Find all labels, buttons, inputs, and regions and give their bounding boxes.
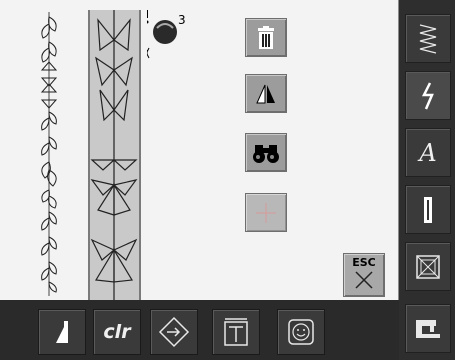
decorative-stitch-icon (421, 81, 434, 109)
binoculars-icon (253, 144, 279, 163)
zigzag-stitch-icon (419, 23, 437, 54)
esc-button[interactable]: ESC (343, 253, 385, 297)
crosshair-icon (256, 202, 276, 223)
search-button[interactable] (245, 133, 287, 172)
sewing-screen: 3 ESC A clr (0, 0, 455, 360)
quilt-stitch-icon (416, 254, 440, 279)
delete-button[interactable] (245, 18, 287, 57)
balance-button[interactable] (38, 309, 86, 355)
sidebar-item-setup[interactable] (405, 304, 451, 353)
sidebar-item-practical-stitches[interactable] (405, 14, 451, 63)
center-button[interactable] (245, 193, 287, 232)
sidebar-item-buttonholes[interactable] (405, 185, 451, 234)
close-icon (355, 271, 373, 289)
pattern-preview-strip (40, 12, 58, 296)
pattern-end-icon (224, 318, 248, 346)
sidebar-item-quilt-stitches[interactable] (405, 242, 451, 291)
trash-icon (258, 25, 274, 49)
stitch-canvas: 3 ESC (0, 0, 399, 300)
svg-text:3: 3 (178, 13, 186, 27)
clr-label: clr (103, 321, 131, 343)
mode-sidebar: A (399, 0, 455, 360)
rotate-button[interactable] (150, 309, 198, 355)
buttonhole-icon (424, 196, 432, 223)
clr-button[interactable]: clr (93, 309, 141, 355)
esc-label: ESC (352, 256, 376, 269)
mirror-button[interactable] (245, 74, 287, 113)
rotate-icon (158, 316, 190, 348)
personal-program-button[interactable] (277, 309, 325, 355)
pattern-enlarged-view (88, 10, 141, 300)
mirror-icon (256, 84, 275, 103)
balance-icon (56, 321, 68, 343)
personal-program-icon (288, 319, 314, 345)
sidebar-item-alphabets[interactable]: A (405, 128, 451, 177)
bottom-toolbar: clr (0, 300, 399, 360)
pattern-end-button[interactable] (212, 309, 260, 355)
sewing-machine-icon (416, 319, 440, 338)
needle-position-icon[interactable]: 3 (147, 10, 187, 60)
alphabet-label: A (419, 138, 437, 167)
sidebar-item-decorative-stitches[interactable] (405, 71, 451, 120)
enlarged-pattern-art (90, 10, 138, 300)
